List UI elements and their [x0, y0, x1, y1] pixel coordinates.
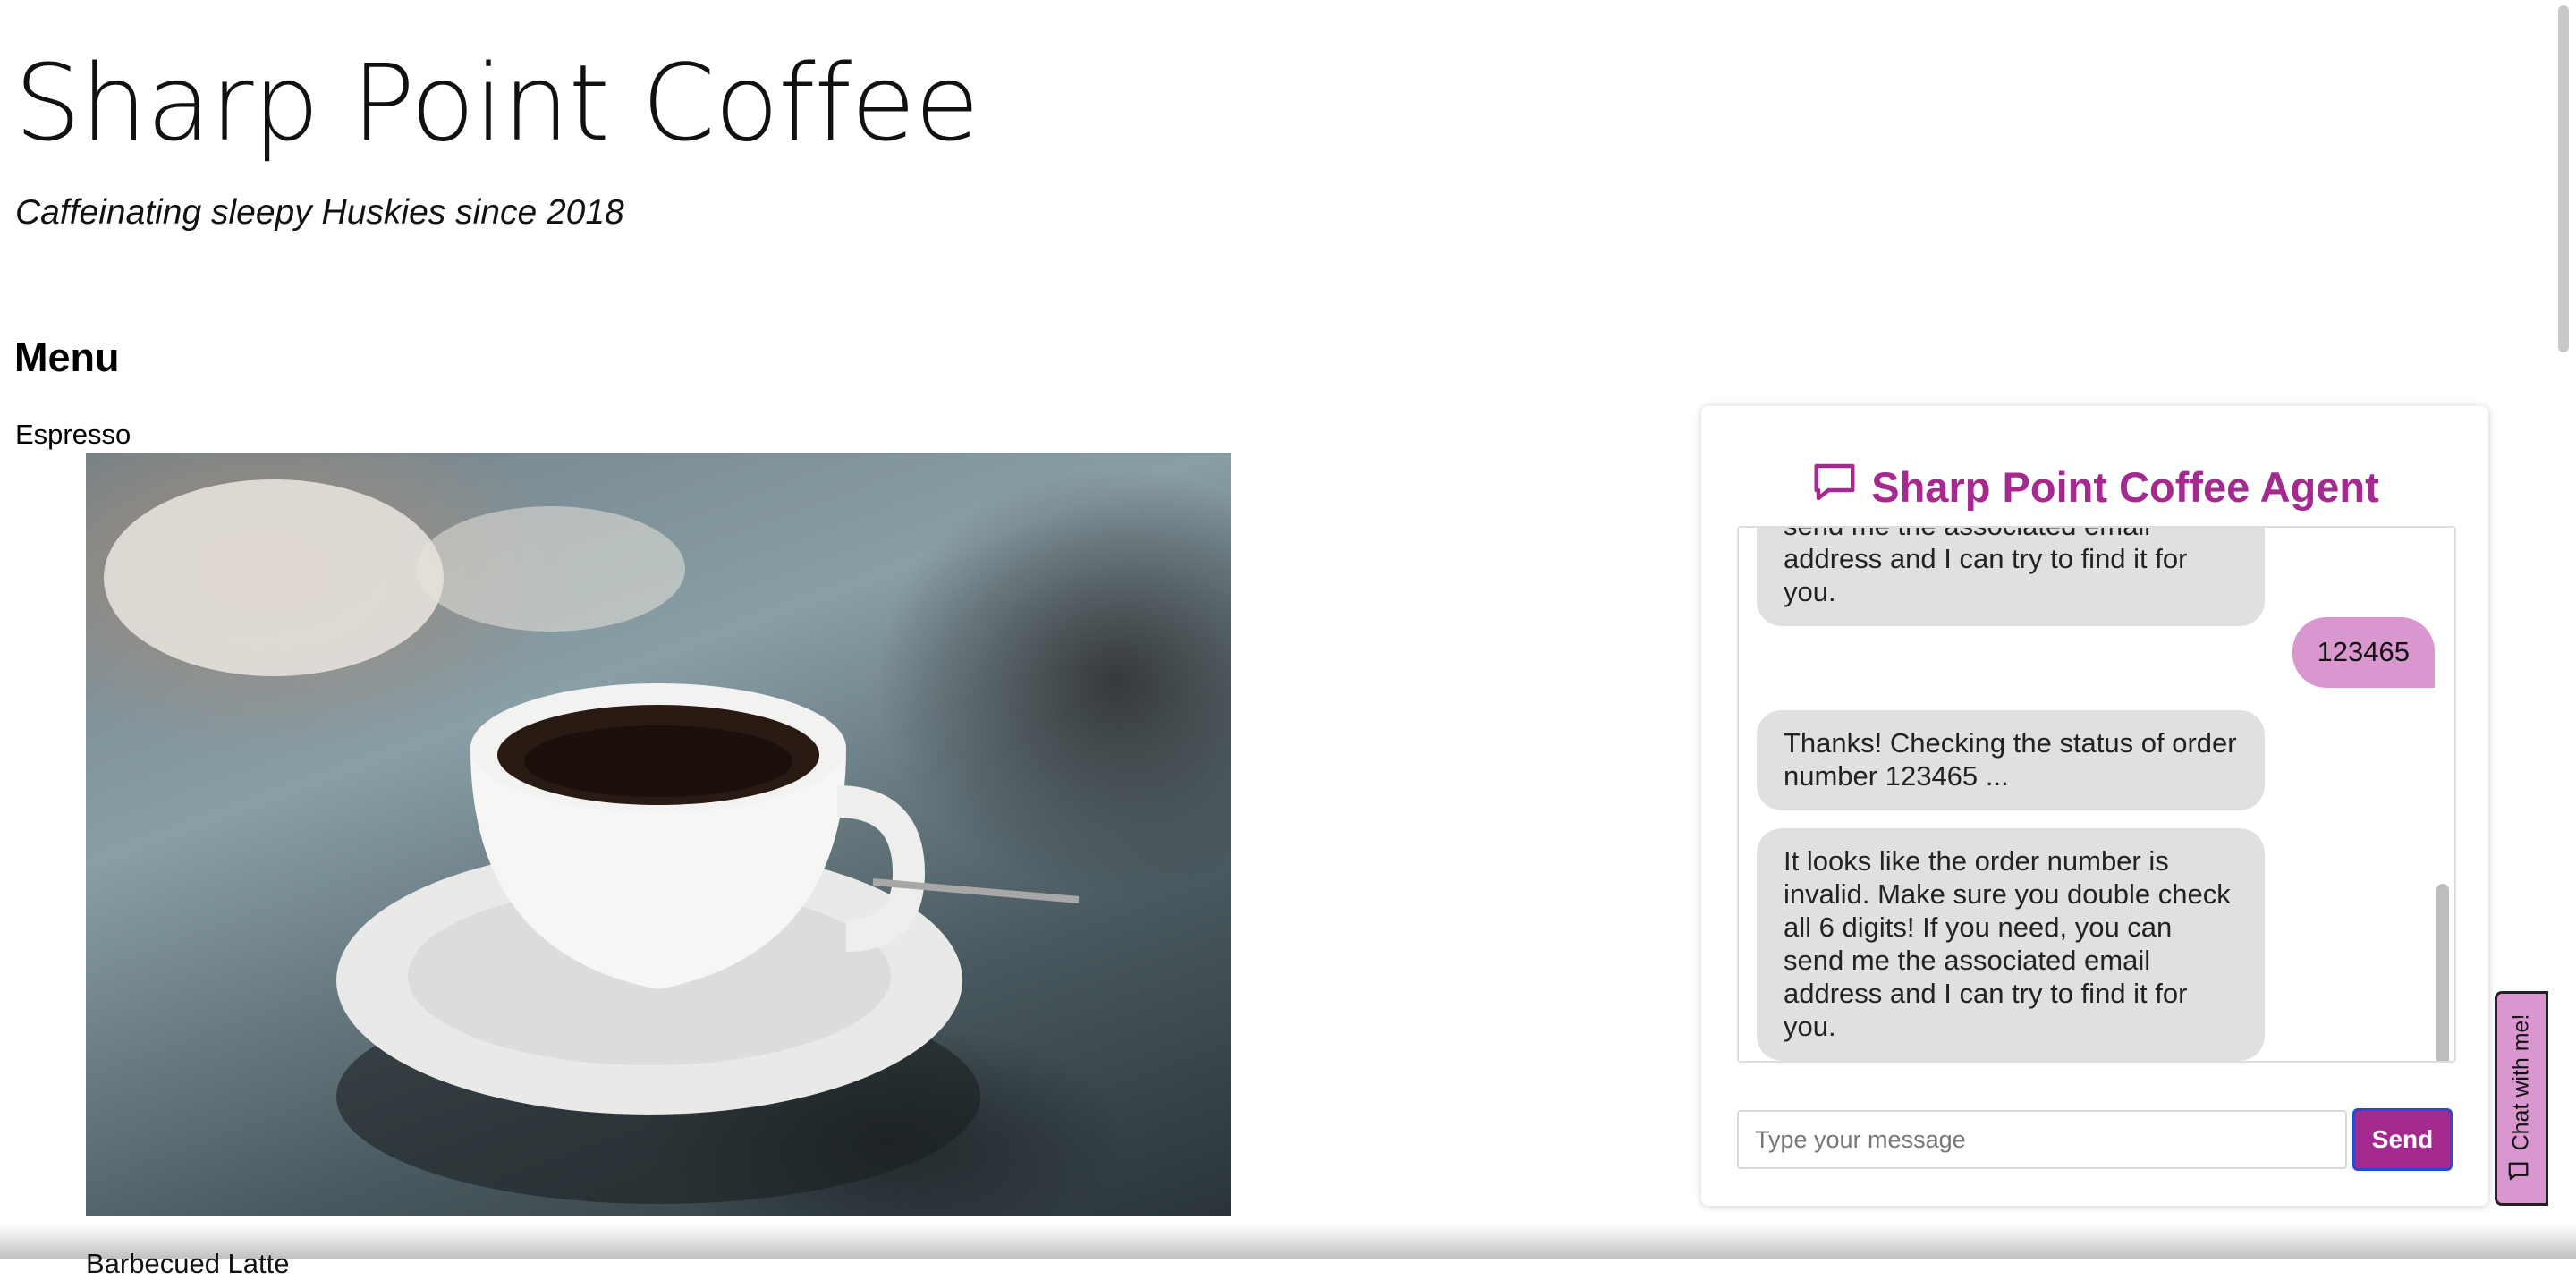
menu-heading: Menu	[14, 335, 120, 380]
chat-message-bot: Thanks! Checking the status of order num…	[1757, 710, 2265, 810]
coffee-cup-photo	[86, 453, 1231, 1216]
chat-log-scrollbar[interactable]	[2436, 535, 2449, 1061]
chat-message-input[interactable]	[1737, 1110, 2347, 1169]
chat-toggle-tab[interactable]: Chat with me!	[2495, 991, 2548, 1206]
chat-message-bot: It looks like the order number is invali…	[1757, 828, 2265, 1061]
menu-item-name: Espresso	[15, 419, 131, 450]
chat-log[interactable]: It looks like the order number is invali…	[1737, 526, 2456, 1063]
chat-title: Sharp Point Coffee Agent	[1871, 463, 2379, 511]
chat-log-scrollbar-thumb[interactable]	[2436, 884, 2449, 1061]
chat-message-bot: It looks like the order number is invali…	[1757, 528, 2265, 626]
chat-panel: Sharp Point Coffee Agent It looks like t…	[1701, 406, 2488, 1206]
chat-header: Sharp Point Coffee Agent	[1701, 458, 2488, 516]
site-title: Sharp Point Coffee	[14, 41, 979, 165]
chat-bubble-icon	[2507, 1159, 2537, 1183]
send-button[interactable]: Send	[2352, 1108, 2453, 1171]
chat-bubble-icon	[1810, 458, 1859, 516]
window-bottom-shadow	[0, 1224, 2576, 1259]
page-scrollbar[interactable]	[2551, 0, 2576, 1259]
page-scrollbar-thumb[interactable]	[2558, 5, 2569, 352]
chat-message-user: 123465	[2292, 617, 2435, 688]
chat-tab-label: Chat with me!	[2508, 1013, 2534, 1151]
site-tagline: Caffeinating sleepy Huskies since 2018	[15, 193, 624, 232]
